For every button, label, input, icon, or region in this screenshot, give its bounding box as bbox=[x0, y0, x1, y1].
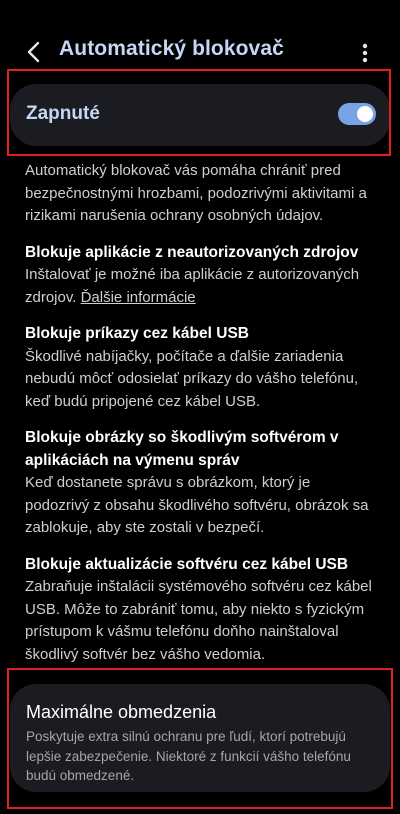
toggle-label: Zapnuté bbox=[26, 103, 100, 124]
section-malicious-images: Blokuje obrázky so škodlivým softvérom v… bbox=[25, 427, 377, 540]
master-toggle-row[interactable]: Zapnuté bbox=[10, 84, 390, 146]
maximum-restrictions-row[interactable]: Maximálne obmedzenia Poskytuje extra sil… bbox=[10, 684, 390, 792]
section-description: Škodlivé nabíjačky, počítače a ďalšie za… bbox=[25, 347, 359, 410]
intro-text: Automatický blokovač vás pomáha chrániť … bbox=[25, 162, 367, 224]
section-description: Keď dostanete správu s obrázkom, ktorý j… bbox=[25, 474, 369, 536]
chevron-left-icon bbox=[27, 41, 40, 63]
max-restrictions-title: Maximálne obmedzenia bbox=[26, 702, 217, 722]
learn-more-link[interactable]: Ďalšie informácie bbox=[81, 289, 196, 306]
app-bar: Automatický blokovač bbox=[0, 28, 400, 76]
max-restrictions-description: Poskytuje extra silnú ochranu pre ľudí, … bbox=[26, 729, 351, 783]
more-vertical-icon bbox=[362, 43, 368, 63]
section-title: Blokuje príkazy cez kábel USB bbox=[25, 325, 249, 342]
description-content: Automatický blokovač vás pomáha chrániť … bbox=[25, 160, 377, 680]
section-description: Inštalovať je možné iba aplikácie z auto… bbox=[25, 264, 377, 309]
page-title: Automatický blokovač bbox=[59, 37, 284, 60]
section-usb-commands: Blokuje príkazy cez kábel USB Škodlivé n… bbox=[25, 323, 377, 413]
back-button[interactable] bbox=[18, 34, 50, 70]
section-unauthorized-sources: Blokuje aplikácie z neautorizovaných zdr… bbox=[25, 242, 377, 310]
section-title: Blokuje aktualizácie softvéru cez kábel … bbox=[25, 555, 349, 573]
section-usb-software-updates: Blokuje aktualizácie softvéru cez kábel … bbox=[25, 554, 377, 667]
more-options-button[interactable] bbox=[352, 36, 378, 70]
section-description: Zabraňuje inštalácii systémového softvér… bbox=[25, 578, 372, 663]
auto-blocker-switch[interactable] bbox=[338, 103, 376, 125]
switch-knob bbox=[357, 106, 373, 122]
section-title: Blokuje aplikácie z neautorizovaných zdr… bbox=[25, 243, 359, 261]
section-title: Blokuje obrázky so škodlivým softvérom v… bbox=[25, 429, 339, 469]
